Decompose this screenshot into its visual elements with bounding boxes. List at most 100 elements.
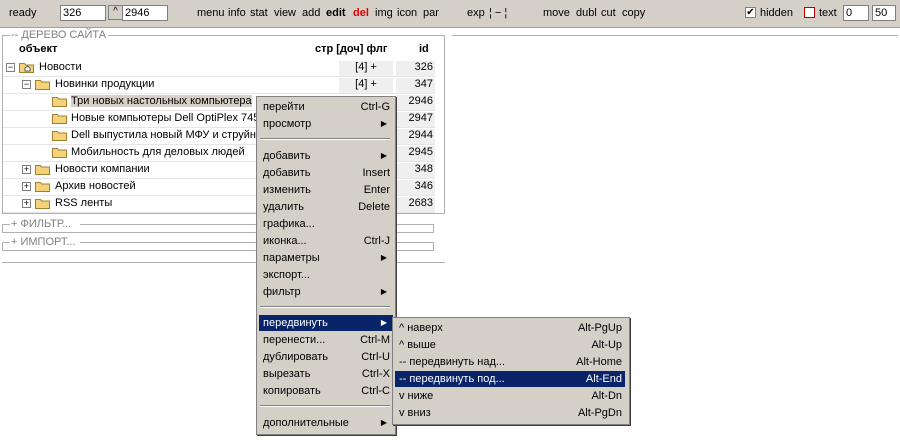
menu-item-goto[interactable]: перейти Ctrl-G — [259, 99, 393, 115]
menu-item-shortcut: Ctrl-C — [361, 385, 390, 397]
folder-icon — [52, 97, 67, 107]
item-id: 2946 — [396, 95, 435, 110]
menu-item-label: ^ выше — [399, 339, 436, 351]
cut-link[interactable]: cut — [601, 7, 616, 19]
menu-item-add[interactable]: добавить Insert — [259, 165, 393, 181]
menu-item-add-submenu[interactable]: добавить ▶ — [259, 148, 393, 164]
import-panel-title[interactable]: + ИМПОРТ... — [11, 236, 76, 248]
tree-item-title[interactable]: Новые компьютеры Dell OptiPlex 745 — [71, 112, 259, 124]
move-link[interactable]: move — [543, 7, 570, 19]
add-link[interactable]: add — [302, 7, 320, 19]
collapse-icon[interactable]: − — [22, 80, 31, 89]
panel-border — [2, 224, 3, 232]
expand-icon[interactable]: + — [22, 182, 31, 191]
folder-icon — [52, 114, 67, 124]
par-link[interactable]: par — [423, 7, 439, 19]
menu-item-label: перенести... — [263, 334, 326, 346]
submenu-arrow-icon: ▶ — [380, 119, 387, 128]
tree-panel-title[interactable]: -- ДЕРЕВО САЙТА — [11, 29, 106, 41]
tree-row[interactable]: − Новости [4] + 326 — [3, 60, 435, 77]
tree-item-title[interactable]: Три новых настольных компьютера — [71, 95, 252, 107]
panel-border — [108, 35, 445, 36]
submenu-item-bottom[interactable]: v вниз Alt-PgDn — [395, 405, 625, 421]
img-link[interactable]: img — [375, 7, 393, 19]
menu-item-params[interactable]: параметры ▶ — [259, 250, 393, 266]
submenu-item-move-below[interactable]: -- передвинуть под... Alt-End — [395, 371, 625, 387]
expand-icon[interactable]: + — [22, 199, 31, 208]
icon-link[interactable]: icon — [397, 7, 417, 19]
menu-item-label: иконка... — [263, 235, 307, 247]
exp-separator: ¦ − ¦ — [489, 7, 508, 19]
submenu-item-move-above[interactable]: -- передвинуть над... Alt-Home — [395, 354, 625, 370]
tree-item-title[interactable]: Новости компании — [55, 163, 150, 175]
menu-item-shortcut: Enter — [363, 184, 390, 196]
menu-item-delete[interactable]: удалить Delete — [259, 199, 393, 215]
expand-icon[interactable]: + — [22, 165, 31, 174]
edit-link[interactable]: edit — [326, 7, 346, 19]
view-link[interactable]: view — [274, 7, 296, 19]
submenu-arrow-icon: ▶ — [380, 151, 387, 160]
panel-border — [2, 242, 3, 250]
filter-panel-title[interactable]: + ФИЛЬТР... — [11, 218, 71, 230]
hidden-checkbox[interactable]: ✔ — [745, 7, 756, 18]
from-input[interactable] — [843, 5, 869, 21]
menu-item-label: v ниже — [399, 390, 434, 402]
menu-item-transfer[interactable]: перенести... Ctrl-M — [259, 332, 393, 348]
menu-item-label: удалить — [263, 201, 305, 213]
count-input[interactable] — [872, 5, 896, 21]
menu-item-view[interactable]: просмотр ▶ — [259, 116, 393, 132]
menu-item-label: просмотр — [263, 118, 312, 130]
del-link[interactable]: del — [353, 7, 369, 19]
target-id-input[interactable] — [122, 5, 168, 21]
menu-separator — [260, 306, 390, 308]
menu-item-label: экспорт... — [263, 269, 310, 281]
submenu-item-up[interactable]: ^ выше Alt-Up — [395, 337, 625, 353]
tree-item-title[interactable]: Мобильность для деловых людей — [71, 146, 245, 158]
panel-border — [433, 224, 434, 232]
tree-header: объект стр [доч] флг id — [19, 43, 433, 57]
menu-item-edit[interactable]: изменить Enter — [259, 182, 393, 198]
menu-item-graphics[interactable]: графика... — [259, 216, 393, 232]
exp-link[interactable]: exp — [467, 7, 485, 19]
id-input[interactable] — [60, 5, 106, 21]
menu-item-export[interactable]: экспорт... — [259, 267, 393, 283]
tree-row[interactable]: − Новинки продукции [4] + 347 — [3, 77, 435, 94]
menu-item-icon[interactable]: иконка... Ctrl-J — [259, 233, 393, 249]
menu-item-label: изменить — [263, 184, 311, 196]
menu-item-move[interactable]: передвинуть ▶ — [259, 315, 393, 331]
menu-item-shortcut: Alt-PgDn — [577, 407, 622, 419]
copy-link[interactable]: copy — [622, 7, 645, 19]
menu-item-duplicate[interactable]: дублировать Ctrl-U — [259, 349, 393, 365]
tree-item-title[interactable]: RSS ленты — [55, 197, 112, 209]
tree-item-title[interactable]: Dell выпустила новый МФУ и струйн — [71, 129, 256, 141]
info-link[interactable]: info — [228, 7, 246, 19]
up-button[interactable]: ^ — [108, 5, 123, 20]
tree-item-title[interactable]: Новости — [39, 61, 82, 73]
context-menu: перейти Ctrl-G просмотр ▶ добавить ▶ добави… — [256, 96, 396, 435]
collapse-icon[interactable]: − — [6, 63, 15, 72]
panel-border — [433, 242, 434, 250]
child-count: [4] + — [339, 61, 393, 76]
menu-item-shortcut: Delete — [358, 201, 390, 213]
menu-item-filter[interactable]: фильтр ▶ — [259, 284, 393, 300]
menu-item-shortcut: Insert — [362, 167, 390, 179]
menu-item-shortcut: Alt-PgUp — [577, 322, 622, 334]
dubl-link[interactable]: dubl — [576, 7, 597, 19]
tree-item-title[interactable]: Архив новостей — [55, 180, 136, 192]
submenu-item-top[interactable]: ^ наверх Alt-PgUp — [395, 320, 625, 336]
submenu-item-down[interactable]: v ниже Alt-Dn — [395, 388, 625, 404]
menu-item-label: фильтр — [263, 286, 301, 298]
folder-icon — [35, 199, 50, 209]
menu-item-shortcut: Alt-Dn — [591, 390, 622, 402]
menu-item-label: передвинуть — [263, 317, 328, 329]
stat-link[interactable]: stat — [250, 7, 268, 19]
tree-item-title[interactable]: Новинки продукции — [55, 78, 154, 90]
menu-link[interactable]: menu — [197, 7, 225, 19]
menu-item-shortcut: Ctrl-J — [363, 235, 390, 247]
menu-item-cut[interactable]: вырезать Ctrl-X — [259, 366, 393, 382]
menu-item-copy[interactable]: копировать Ctrl-C — [259, 383, 393, 399]
menu-item-more[interactable]: дополнительные ▶ — [259, 415, 393, 431]
menu-item-label: перейти — [263, 101, 305, 113]
menu-item-shortcut: Alt-Home — [576, 356, 622, 368]
text-checkbox[interactable] — [804, 7, 815, 18]
